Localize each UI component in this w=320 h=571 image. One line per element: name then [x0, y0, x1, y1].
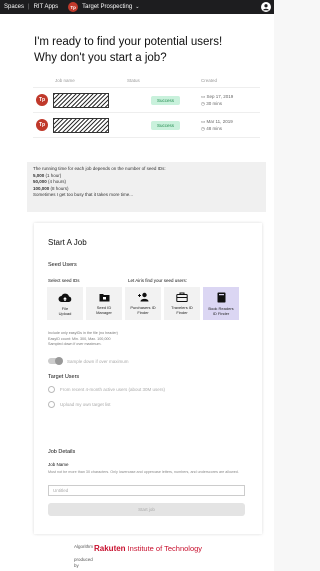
status-badge: Success	[151, 95, 181, 105]
tile-label: Upload	[58, 311, 72, 316]
created-date: Mar 11, 2019	[206, 119, 233, 124]
divider: |	[28, 4, 30, 10]
notice-text: (4 hours)	[46, 179, 67, 184]
hint-line: Sampled down if over maximum.	[48, 342, 102, 346]
hero-line-2: Why don't you start a job?	[34, 52, 167, 64]
job-details-heading: Job Details	[48, 449, 76, 455]
job-name-description: Must not be more than 30 characters. Onl…	[48, 470, 239, 474]
project-avatar: Tp	[36, 119, 48, 131]
folder-icon	[99, 294, 109, 302]
institute-name: Institute of Technology	[127, 544, 203, 553]
footer-algorithm-text: Algorithm	[74, 544, 94, 549]
start-job-button[interactable]: Start job	[48, 503, 245, 516]
project-name: Target Prospecting	[82, 4, 133, 10]
created-cell: ▭ Sep 17, 2019 ◷ 30 mins	[201, 93, 233, 107]
table-row[interactable]: Tp Success ▭ Sep 17, 2019 ◷ 30 mins	[33, 88, 260, 113]
purchasers-id-finder-tile[interactable]: Purchasers ID Finder	[125, 287, 161, 320]
add-user-icon	[137, 292, 148, 302]
duration: 48 mins	[206, 126, 222, 131]
project-selector[interactable]: Tp Target Prospecting ⌄	[68, 2, 139, 12]
let-airis-label: Let Airis find your seed users:	[128, 278, 188, 283]
toggle-knob	[55, 357, 63, 365]
project-avatar: Tp	[36, 94, 48, 106]
sample-down-toggle-row: Sample down if over maximum	[48, 357, 129, 365]
tile-label: Finder	[137, 310, 149, 315]
select-seed-label: Select seed IDs	[48, 278, 80, 283]
radio-recent-active-users[interactable]: From recent 4-month active users (about …	[48, 386, 165, 393]
notice-value: 100,000	[33, 185, 50, 191]
briefcase-icon	[176, 292, 188, 302]
notice-footer: Sometimes I get too busy that it takes m…	[33, 192, 134, 197]
created-date: Sep 17, 2019	[206, 94, 234, 99]
tile-label: ID Finder	[212, 311, 230, 316]
seed-source-options: File Upload Seed ID Manager Purchasers I…	[47, 287, 239, 320]
seed-file-hint: Include only easyIDs in the file (no hea…	[48, 331, 118, 348]
notice-value: 50,000	[33, 179, 47, 184]
main-content: I'm ready to find your potential users! …	[0, 14, 274, 571]
job-name-label: Job Name	[48, 462, 69, 467]
header-job-name: Job name	[55, 78, 75, 83]
project-avatar: Tp	[68, 2, 79, 12]
notice-text: (1 hour)	[44, 172, 62, 178]
duration: 30 mins	[206, 101, 222, 106]
notice-value: 5,000	[33, 172, 45, 178]
redacted-job-name	[53, 117, 109, 133]
top-bar: Spaces | RIT Apps Tp Target Prospecting …	[0, 0, 274, 14]
jobs-table: Job name Status Created Tp Success ▭ Sep…	[33, 74, 260, 138]
seed-id-manager-tile[interactable]: Seed ID Manager	[86, 287, 122, 320]
radio-label: From recent 4-month active users (about …	[60, 387, 166, 392]
table-row[interactable]: Tp Success ▭ Mar 11, 2019 ◷ 48 mins	[33, 113, 260, 138]
cloud-upload-icon	[58, 293, 72, 302]
footer-credit: Algorithm Rakuten Institute of Technolog…	[74, 544, 203, 568]
status-badge: Success	[151, 120, 181, 130]
book-readers-id-finder-tile[interactable]: Book Readers ID Finder	[203, 287, 239, 320]
rakuten-logo: Rakuten	[94, 544, 126, 553]
spaces-link[interactable]: Spaces	[4, 4, 24, 10]
toggle-label: Sample down if over maximum	[67, 358, 129, 364]
radio-label: Upload my own target list	[60, 402, 111, 407]
book-icon	[217, 292, 225, 303]
start-job-card: Start A Job Seed Users Select seed IDs L…	[34, 223, 262, 534]
sample-down-toggle[interactable]	[48, 357, 63, 365]
footer-by: by	[74, 562, 79, 568]
radio-circle	[48, 386, 55, 393]
running-time-notice: The running time for each job depends on…	[27, 162, 266, 212]
user-icon[interactable]	[261, 2, 271, 12]
table-header: Job name Status Created	[33, 74, 260, 88]
job-name-input[interactable]: Untitled	[48, 485, 245, 496]
radio-circle	[48, 401, 55, 408]
rit-apps-link[interactable]: RIT Apps	[34, 4, 59, 10]
target-users-heading: Target Users	[48, 374, 80, 380]
footer-produced-by: produced by	[74, 557, 93, 568]
hero-heading: I'm ready to find your potential users! …	[34, 34, 222, 66]
travelers-id-finder-tile[interactable]: Travelers ID Finder	[164, 287, 200, 320]
hero-line-1: I'm ready to find your potential users!	[34, 36, 223, 48]
footer-produced: produced	[74, 557, 93, 562]
radio-upload-target-list[interactable]: Upload my own target list	[48, 401, 111, 408]
created-cell: ▭ Mar 11, 2019 ◷ 48 mins	[201, 118, 233, 132]
notice-text: (8 hours)	[49, 185, 69, 191]
tile-label: Manager	[96, 310, 112, 315]
redacted-job-name	[53, 92, 109, 108]
card-title: Start A Job	[48, 238, 87, 247]
chevron-down-icon: ⌄	[135, 4, 140, 10]
file-upload-tile[interactable]: File Upload	[47, 287, 83, 320]
header-status: Status	[127, 78, 140, 83]
hint-line: Include only easyIDs in the file (no hea…	[48, 331, 118, 335]
seed-users-heading: Seed Users	[48, 262, 77, 268]
tile-label: Finder	[176, 310, 188, 315]
header-created: Created	[201, 78, 218, 83]
